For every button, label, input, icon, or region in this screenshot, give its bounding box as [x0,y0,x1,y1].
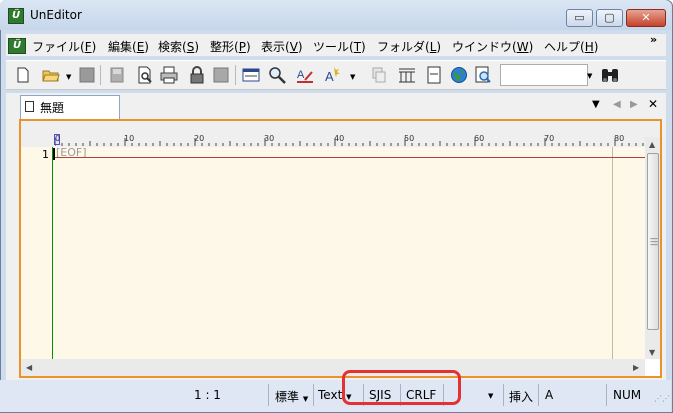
menu-tools[interactable]: ツール(T) [313,38,366,55]
menu-overflow-button[interactable]: » [650,33,657,46]
wrap-column-guide [612,147,613,359]
status-separator [503,384,504,406]
status-separator [313,384,314,406]
scroll-up-arrow[interactable]: ▲ [649,140,655,149]
save-icon[interactable] [78,66,96,84]
highlight-annotation-box [342,370,461,405]
cursor-line-underline [55,157,645,158]
open-folder-icon[interactable] [42,66,60,84]
grep-dropdown-arrow[interactable]: ▼ [350,73,355,81]
text-caret [53,148,55,160]
window-title: UnEditor [30,8,82,22]
menu-format[interactable]: 整形(P) [210,38,251,55]
menu-file[interactable]: ファイル(F) [32,38,96,55]
toolbar-search-input[interactable] [500,64,588,86]
app-icon[interactable]: Ü [8,8,24,24]
find-icon[interactable] [268,66,286,84]
document-icon[interactable] [425,66,443,84]
ime-indicator[interactable]: A [545,388,553,402]
lock-icon[interactable] [188,66,206,84]
line-number-gutter-border [52,147,53,359]
tab-prev-button[interactable]: ◀ [613,99,621,110]
ruler-ticks [55,138,644,146]
tab-untitled[interactable] [20,95,120,119]
open-dropdown-arrow[interactable]: ▼ [66,73,71,81]
cursor-position[interactable]: 1 : 1 [194,388,221,402]
tab-list-dropdown[interactable]: ▼ [592,99,600,110]
minimize-button[interactable]: ▭ [566,9,593,27]
scroll-left-arrow[interactable]: ◀ [26,363,32,372]
mode-selector[interactable]: 標準 ▼ [275,388,308,405]
menu-folder[interactable]: フォルダ(L) [377,38,441,55]
menu-window[interactable]: ウインドウ(W) [452,38,533,55]
svg-text:A: A [325,69,334,84]
toolbar-separator [235,65,236,85]
tab-label: 無題 [40,101,65,115]
menu-app-icon[interactable]: Ü [8,38,26,54]
close-button[interactable]: ✕ [626,9,666,27]
copy-icon[interactable] [370,66,388,84]
resize-grip[interactable]: ⋰⋰ [654,394,670,403]
print-preview-icon[interactable] [136,66,154,84]
menu-search[interactable]: 検索(S) [158,38,199,55]
horizontal-scrollbar[interactable] [21,359,645,376]
close-doc-icon[interactable] [212,66,230,84]
status-separator [268,384,269,406]
status-separator [538,384,539,406]
save-all-icon[interactable] [108,66,126,84]
new-file-icon[interactable] [14,66,32,84]
maximize-button[interactable]: ▢ [596,9,623,27]
tab-close-button[interactable]: ✕ [648,97,658,111]
document-tab-icon [25,101,34,112]
columns-icon[interactable] [398,66,416,84]
binoculars-icon[interactable] [600,66,620,84]
insert-mode-indicator[interactable]: 挿入 [509,388,533,405]
scroll-thumb-grip: — — — [650,234,658,249]
globe-icon[interactable] [450,66,468,84]
status-dropdown-arrow[interactable]: ▼ [488,392,493,400]
status-separator [606,384,607,406]
grep-icon[interactable]: A [324,66,342,84]
print-icon[interactable] [160,66,178,84]
text-editing-area[interactable] [21,147,646,359]
toolbar-separator [100,65,101,85]
svg-text:A: A [297,69,305,81]
menu-view[interactable]: 表示(V) [261,38,303,55]
menu-help[interactable]: ヘルプ(H) [544,38,598,55]
tab-next-button[interactable]: ▶ [630,99,638,110]
scroll-right-arrow[interactable]: ▶ [633,363,639,372]
numlock-indicator: NUM [613,388,642,402]
window-icon[interactable] [242,66,260,84]
web-search-icon[interactable] [474,66,492,84]
menu-edit[interactable]: 編集(E) [108,38,149,55]
line-number: 1 [42,148,49,161]
search-history-dropdown[interactable]: ▼ [587,72,592,80]
scroll-down-arrow[interactable]: ▼ [649,348,655,357]
replace-icon[interactable]: A [296,66,314,84]
